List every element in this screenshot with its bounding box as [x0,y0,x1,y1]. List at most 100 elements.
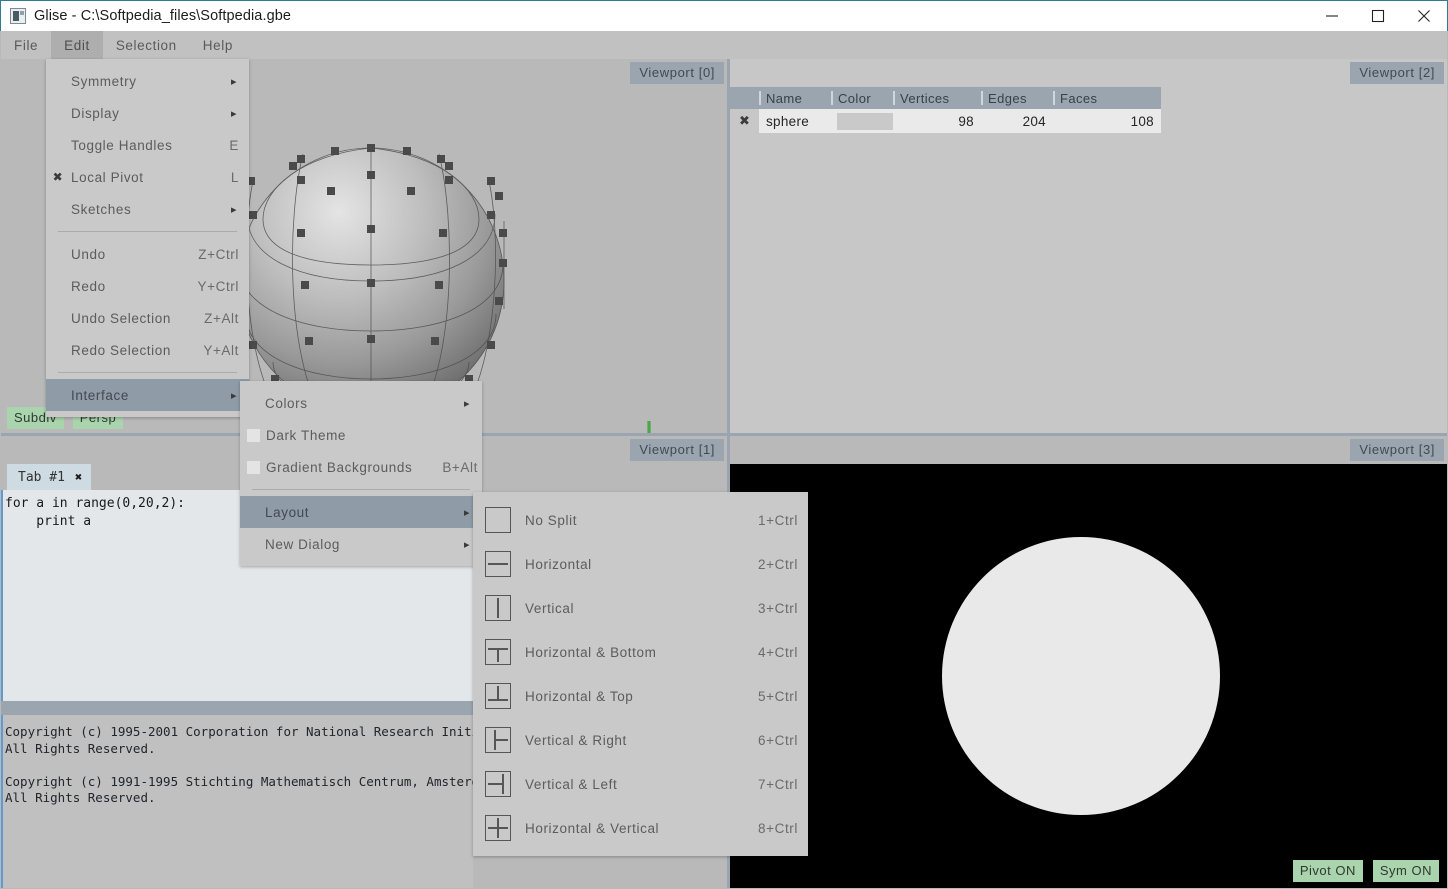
viewport-3-render[interactable]: Viewport [3] Pivot ON Sym ON [730,436,1447,888]
layout-menu-vertical[interactable]: Vertical 3+Ctrl [473,586,808,630]
render-canvas[interactable] [730,464,1447,888]
cell-edges: 204 [1022,113,1046,129]
interface-menu-layout[interactable]: Layout ▸ [240,496,482,528]
viewport-3-label: Viewport [3] [1350,439,1444,461]
interface-menu-colors[interactable]: Colors ▸ [240,387,482,419]
interface-menu-dark-theme[interactable]: Dark Theme [240,419,482,451]
cell-color[interactable] [831,109,893,133]
interface-menu-dark-theme-label: Dark Theme [266,427,347,443]
column-name[interactable]: Name [759,87,831,109]
interface-menu-new-dialog[interactable]: New Dialog ▸ [240,528,482,560]
horizontal-splitter[interactable] [1,701,473,715]
layout-horizontal-bottom-icon [485,639,511,665]
object-table-header: Name Color Vertices Edges Faces [730,87,1161,109]
edit-menu-undo-selection-label: Undo Selection [71,310,171,326]
edit-menu-local-pivot[interactable]: ✖ Local Pivot L [46,161,249,193]
edit-menu-interface-label: Interface [71,387,129,403]
edit-menu-redo-selection-label: Redo Selection [71,342,171,358]
menu-separator [252,489,470,490]
chevron-right-icon: ▸ [230,389,238,402]
layout-menu-vertical-left[interactable]: Vertical & Left 7+Ctrl [473,762,808,806]
window-title: Glise - C:\Softpedia_files\Softpedia.gbe [34,8,292,24]
layout-horizontal-top-icon [485,683,511,709]
layout-menu-no-split-label: No Split [525,512,578,528]
menu-help[interactable]: Help [190,31,246,59]
layout-menu-vertical-right[interactable]: Vertical & Right 6+Ctrl [473,718,808,762]
title-bar: Glise - C:\Softpedia_files\Softpedia.gbe [0,0,1448,31]
interface-menu-gradient-backgrounds-label: Gradient Backgrounds [266,459,413,475]
menu-separator [58,231,237,232]
table-row[interactable]: ✖ sphere 98 204 108 [730,109,1161,133]
layout-menu-horizontal[interactable]: Horizontal 2+Ctrl [473,542,808,586]
layout-menu-horizontal-top-accel: 5+Ctrl [758,688,798,704]
code-editor-blank-area[interactable] [1,645,473,701]
layout-menu-horizontal-vertical-label: Horizontal & Vertical [525,820,660,836]
layout-menu-vertical-left-label: Vertical & Left [525,776,618,792]
console-output: Copyright (c) 1995-2001 Corporation for … [1,715,532,888]
column-faces[interactable]: Faces [1053,87,1161,109]
tab-1-label: Tab #1 [18,469,65,485]
checkbox-unchecked-icon[interactable] [247,428,260,442]
layout-menu-horizontal-top[interactable]: Horizontal & Top 5+Ctrl [473,674,808,718]
layout-menu-vertical-left-accel: 7+Ctrl [758,776,798,792]
menu-edit[interactable]: Edit [51,31,103,59]
edit-menu-undo-label: Undo [71,246,106,262]
column-color[interactable]: Color [831,87,893,109]
edit-menu-redo-selection[interactable]: Redo Selection Y+Alt [46,334,249,366]
maximize-icon[interactable] [1355,1,1401,32]
viewport-2-label: Viewport [2] [1350,62,1444,84]
edit-menu-display[interactable]: Display ▸ [46,97,249,129]
edit-menu-interface[interactable]: Interface ▸ [46,379,249,411]
edit-menu-undo[interactable]: Undo Z+Ctrl [46,238,249,270]
layout-vertical-left-icon [485,771,511,797]
edit-menu-undo-accel: Z+Ctrl [198,246,239,262]
chevron-right-icon: ▸ [230,107,238,120]
layout-horizontal-icon [485,551,511,577]
layout-menu-horizontal-accel: 2+Ctrl [758,556,798,572]
layout-menu-horizontal-bottom-label: Horizontal & Bottom [525,644,657,660]
edit-menu-toggle-handles-accel: E [229,137,239,153]
viewport-0-label: Viewport [0] [630,62,724,84]
cell-name: sphere [766,113,810,129]
badge-pivot[interactable]: Pivot ON [1292,860,1363,882]
edit-menu-sketches[interactable]: Sketches ▸ [46,193,249,225]
viewport-2-object-list[interactable]: Name Color Vertices Edges Faces ✖ sphere… [730,59,1447,433]
interface-menu-colors-label: Colors [265,395,308,411]
interface-menu-gradient-backgrounds[interactable]: Gradient Backgrounds B+Alt [240,451,482,483]
cell-faces: 108 [1130,113,1154,129]
window-controls [1309,1,1447,32]
badge-sym[interactable]: Sym ON [1372,860,1439,882]
layout-menu-horizontal-label: Horizontal [525,556,592,572]
color-swatch[interactable] [837,112,893,130]
chevron-right-icon: ▸ [463,538,471,551]
layout-menu-vertical-accel: 3+Ctrl [758,600,798,616]
viewport-1-label: Viewport [1] [630,439,724,461]
edit-menu-symmetry[interactable]: Symmetry ▸ [46,65,249,97]
layout-menu-horizontal-bottom-accel: 4+Ctrl [758,644,798,660]
checkbox-unchecked-icon[interactable] [247,460,260,474]
menu-file[interactable]: File [1,31,51,59]
edit-menu-local-pivot-accel: L [230,169,239,185]
menu-selection[interactable]: Selection [103,31,190,59]
edit-menu-toggle-handles-label: Toggle Handles [71,137,173,153]
edit-menu-symmetry-label: Symmetry [71,73,137,89]
close-icon[interactable] [1401,1,1447,32]
column-vertices[interactable]: Vertices [893,87,981,109]
edit-menu-redo[interactable]: Redo Y+Ctrl [46,270,249,302]
chevron-right-icon: ▸ [463,397,471,410]
layout-menu-no-split[interactable]: No Split 1+Ctrl [473,498,808,542]
layout-menu-popup: No Split 1+Ctrl Horizontal 2+Ctrl Vertic… [473,492,808,856]
interface-menu-gradient-backgrounds-accel: B+Alt [442,459,478,475]
column-select [730,87,759,109]
chevron-right-icon: ▸ [230,203,238,216]
layout-vertical-right-icon [485,727,511,753]
row-select-icon[interactable]: ✖ [730,109,759,133]
edit-menu-undo-selection[interactable]: Undo Selection Z+Alt [46,302,249,334]
tab-1[interactable]: Tab #1 ✖ [7,464,92,490]
minimize-icon[interactable] [1309,1,1355,32]
tab-close-icon[interactable]: ✖ [75,470,82,484]
edit-menu-toggle-handles[interactable]: Toggle Handles E [46,129,249,161]
layout-menu-horizontal-vertical[interactable]: Horizontal & Vertical 8+Ctrl [473,806,808,850]
column-edges[interactable]: Edges [981,87,1053,109]
layout-menu-horizontal-bottom[interactable]: Horizontal & Bottom 4+Ctrl [473,630,808,674]
